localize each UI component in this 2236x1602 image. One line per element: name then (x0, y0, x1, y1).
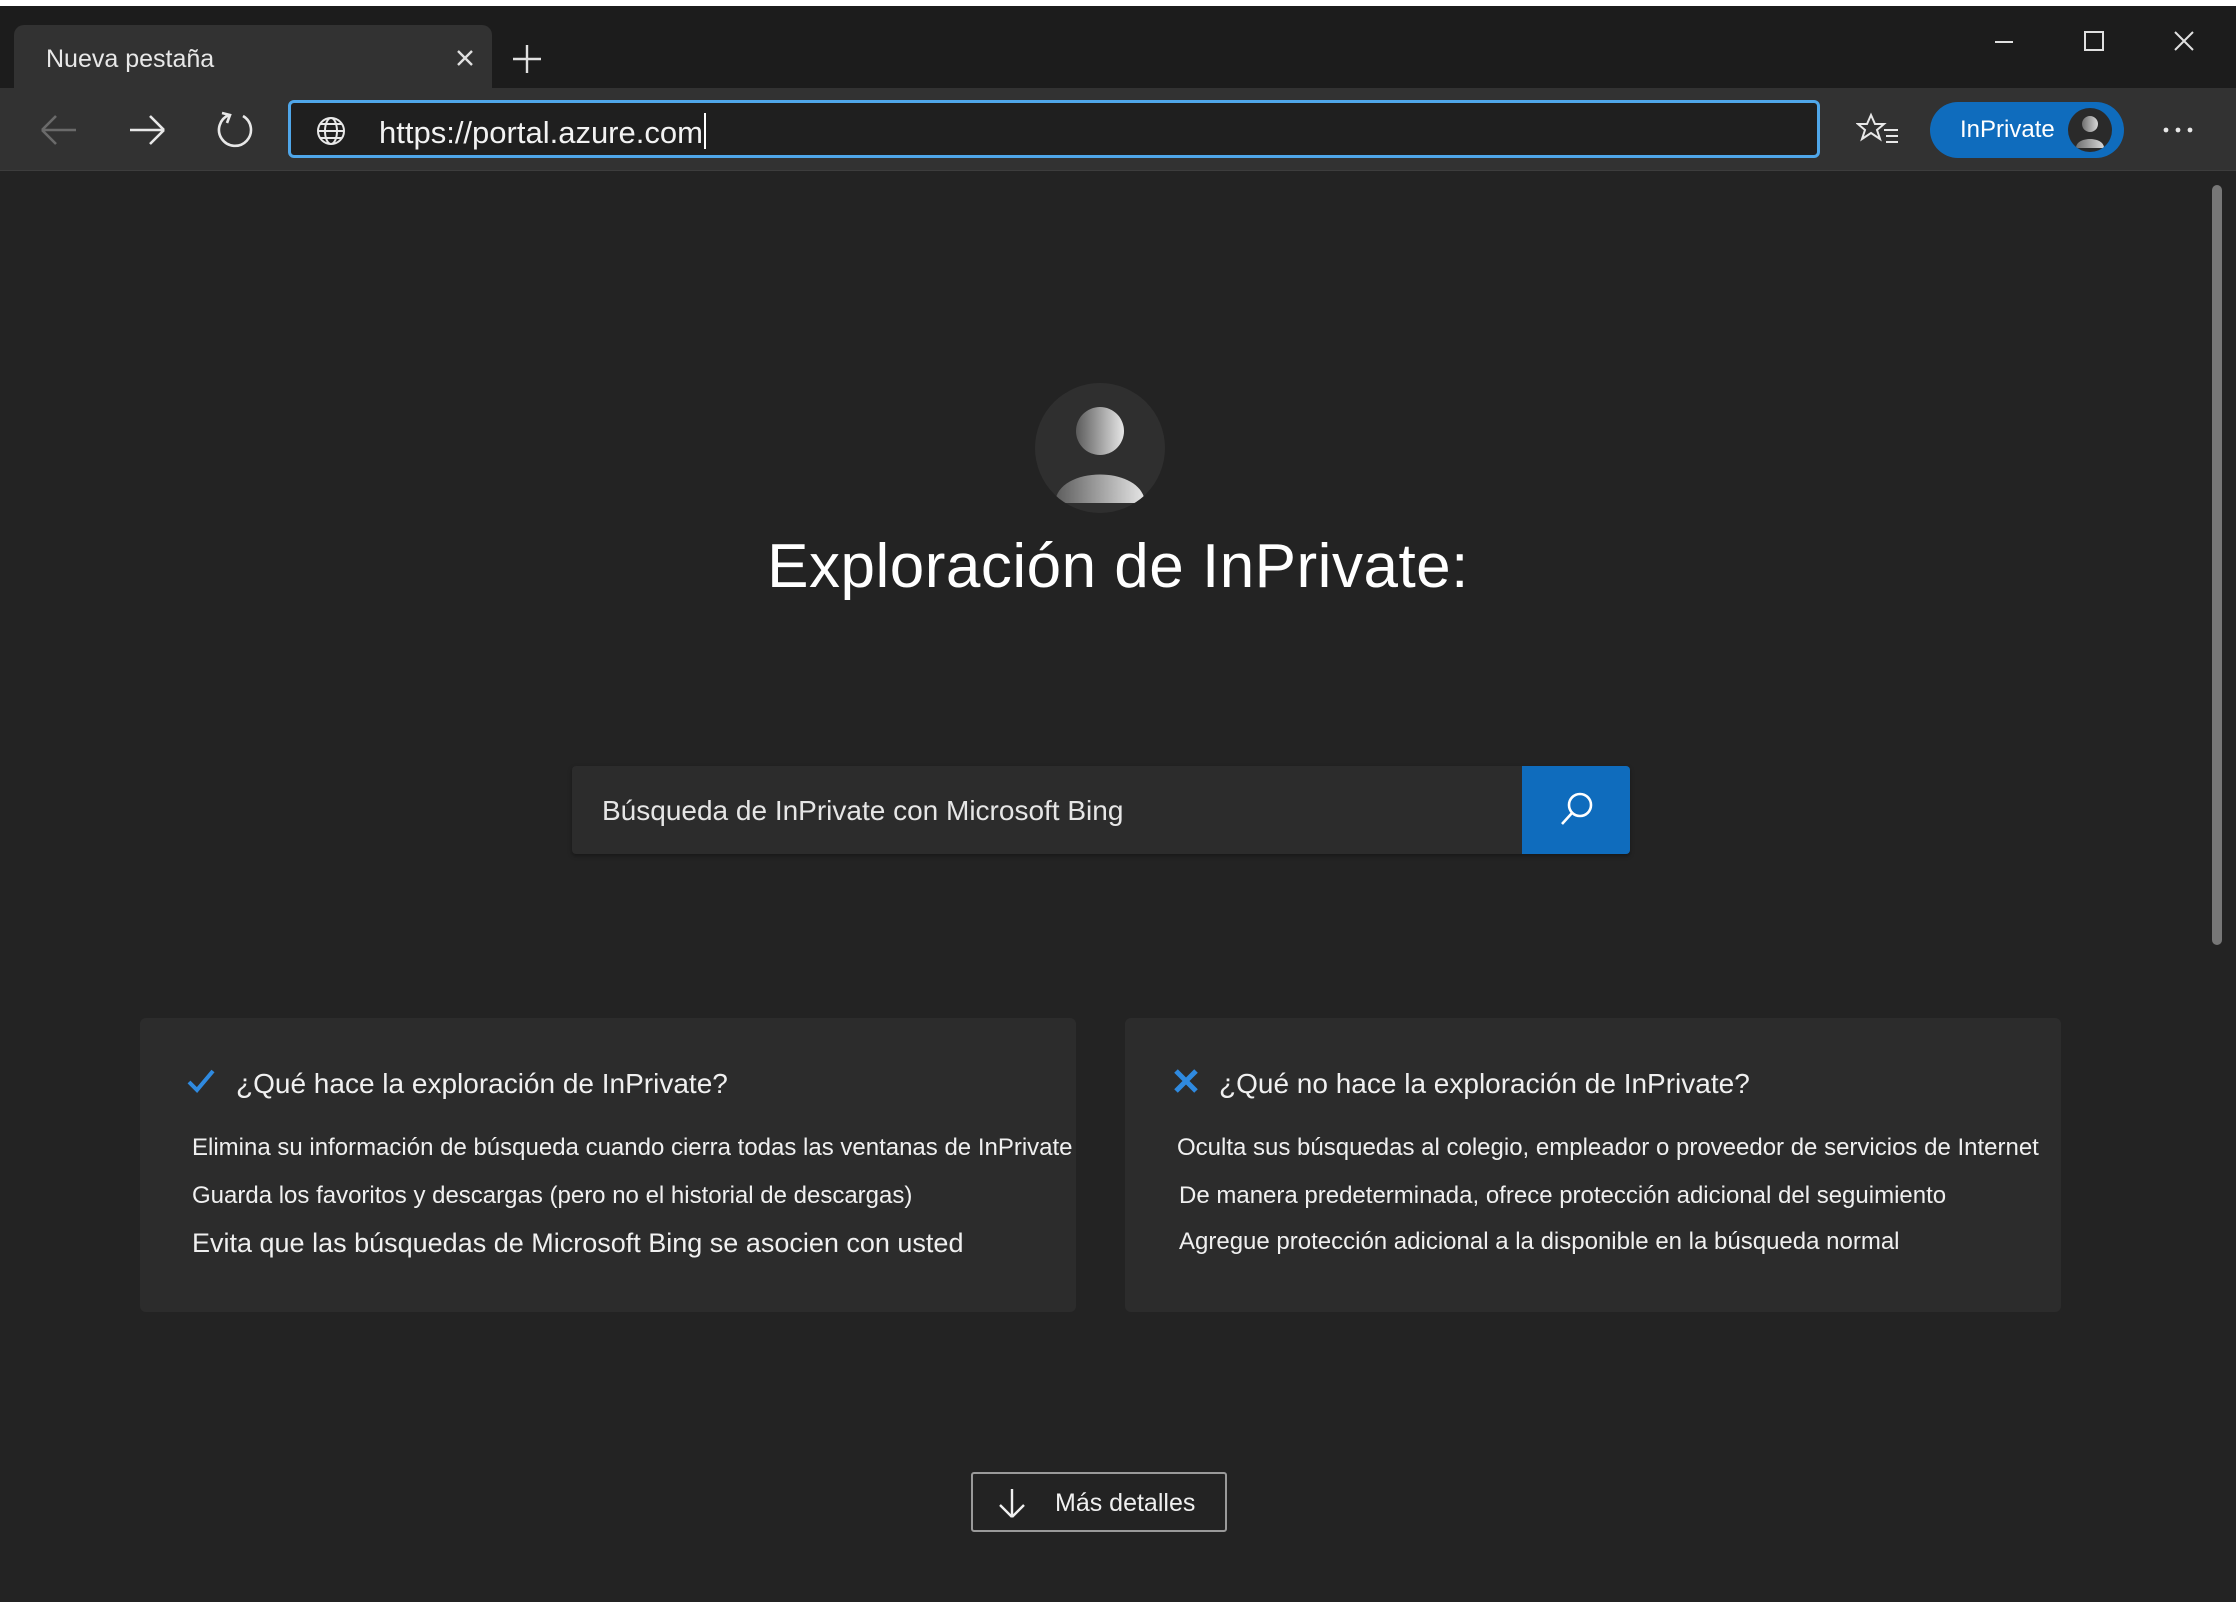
close-window-icon[interactable] (2154, 20, 2214, 68)
navigation-bar: https://portal.azure.com InPrivate (0, 88, 2236, 171)
tab-bar: Nueva pestaña (0, 6, 2236, 88)
search-icon (1561, 792, 1593, 825)
more-details-button[interactable]: Más detalles (971, 1472, 1227, 1532)
minimize-icon[interactable] (1974, 20, 2034, 68)
card-heading: ¿Qué hace la exploración de InPrivate? (236, 1068, 728, 1099)
refresh-icon[interactable] (210, 105, 260, 155)
tab-new-tab[interactable]: Nueva pestaña (14, 25, 492, 88)
checkmark-icon (187, 1069, 215, 1093)
profile-avatar-icon (1035, 383, 1165, 513)
card-heading: ¿Qué no hace la exploración de InPrivate… (1219, 1068, 1750, 1099)
card-item: De manera predeterminada, ofrece protecc… (1179, 1182, 1947, 1209)
search-button[interactable] (1522, 766, 1630, 854)
globe-icon (317, 117, 345, 145)
tab-title: Nueva pestaña (46, 45, 215, 73)
avatar-icon (2068, 108, 2112, 152)
inprivate-page: Exploración de InPrivate: Búsqueda de In… (0, 171, 2236, 1602)
browser-window: Nueva pestaña https://portal.azure.com I… (0, 6, 2236, 1602)
x-mark-icon (1174, 1069, 1198, 1093)
forward-arrow-icon[interactable] (122, 105, 172, 155)
more-details-label: Más detalles (1055, 1489, 1196, 1517)
card-item: Evita que las búsquedas de Microsoft Bin… (192, 1228, 964, 1258)
plus-icon[interactable] (508, 40, 546, 78)
inprivate-profile-button[interactable]: InPrivate (1930, 102, 2124, 158)
card-item: Oculta sus búsquedas al colegio, emplead… (1177, 1134, 2039, 1161)
maximize-icon[interactable] (2064, 20, 2124, 68)
back-arrow-icon[interactable] (34, 105, 84, 155)
address-bar[interactable]: https://portal.azure.com (288, 100, 1820, 158)
search-input[interactable]: Búsqueda de InPrivate con Microsoft Bing (602, 795, 1123, 827)
close-icon[interactable] (450, 43, 480, 73)
search-box[interactable]: Búsqueda de InPrivate con Microsoft Bing (572, 766, 1630, 854)
favorites-icon[interactable] (1856, 108, 1900, 152)
address-input[interactable]: https://portal.azure.com (379, 113, 706, 151)
card-item: Agregue protección adicional a la dispon… (1179, 1228, 1900, 1255)
more-icon[interactable] (2156, 108, 2200, 152)
card-item: Elimina su información de búsqueda cuand… (192, 1134, 1073, 1161)
page-title: Exploración de InPrivate: (767, 532, 1469, 601)
card-item: Guarda los favoritos y descargas (pero n… (192, 1182, 913, 1209)
arrow-down-icon (999, 1489, 1025, 1518)
card-what-it-does-not: ¿Qué no hace la exploración de InPrivate… (1125, 1018, 2061, 1312)
card-what-it-does: ¿Qué hace la exploración de InPrivate? E… (140, 1018, 1076, 1312)
inprivate-label: InPrivate (1960, 116, 2055, 143)
